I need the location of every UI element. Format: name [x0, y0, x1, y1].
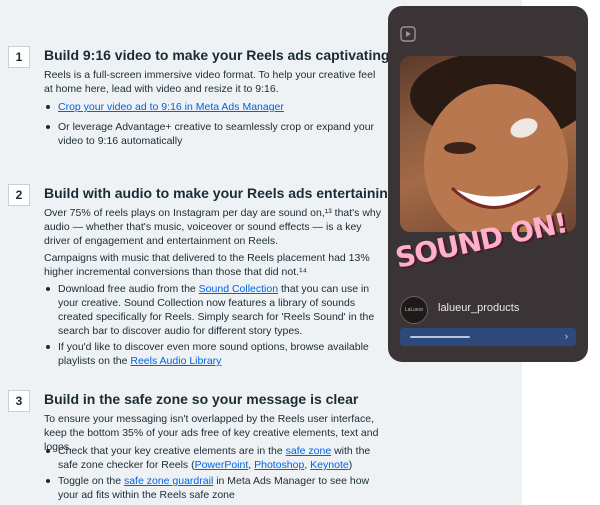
step-1-bullet-1: Crop your video ad to 9:16 in Meta Ads M… [44, 100, 384, 114]
cta-label-placeholder [410, 336, 470, 338]
step-number-1: 1 [8, 46, 30, 68]
step-2-bullet-1: Download free audio from the Sound Colle… [44, 282, 384, 338]
step-3-bullet-2: Toggle on the safe zone guardrail in Met… [44, 474, 384, 502]
powerpoint-link[interactable]: PowerPoint [195, 459, 249, 471]
chevron-right-icon: › [565, 331, 568, 341]
photoshop-link[interactable]: Photoshop [254, 459, 304, 471]
bullet-text: Toggle on the [58, 475, 124, 487]
step-number-2: 2 [8, 184, 30, 206]
keynote-link[interactable]: Keynote [310, 459, 349, 471]
step-2-text-1: Over 75% of reels plays on Instagram per… [44, 207, 382, 247]
sound-collection-link[interactable]: Sound Collection [199, 283, 278, 295]
account-handle[interactable]: lalueur_products [438, 302, 519, 314]
reels-audio-library-link[interactable]: Reels Audio Library [130, 355, 221, 367]
safe-zone-guardrail-link[interactable]: safe zone guardrail [124, 475, 213, 487]
step-1-title: Build 9:16 video to make your Reels ads … [44, 47, 390, 63]
safe-zone-link[interactable]: safe zone [286, 445, 332, 457]
step-1-bullet-2: Or leverage Advantage+ creative to seaml… [44, 120, 384, 148]
bullet-text: Check that your key creative elements ar… [58, 445, 286, 457]
bullet-text: Download free audio from the [58, 283, 199, 295]
step-1-text: Reels is a full-screen immersive video f… [44, 69, 376, 95]
reels-play-icon [400, 26, 416, 42]
bullet-text: ) [348, 459, 353, 471]
step-3-bullet-1: Check that your key creative elements ar… [44, 444, 384, 472]
step-2-title: Build with audio to make your Reels ads … [44, 185, 397, 201]
brand-avatar[interactable]: LaLueur [400, 296, 428, 324]
crop-video-link[interactable]: Crop your video ad to 9:16 in Meta Ads M… [58, 101, 284, 113]
step-2-text-2: Campaigns with music that delivered to t… [44, 252, 370, 278]
model-photo [400, 56, 576, 232]
reels-ad-preview: SOUND ON! LaLueur lalueur_products › [388, 6, 588, 362]
cta-button[interactable]: › [400, 328, 576, 346]
smiling-face-illustration [410, 56, 576, 232]
step-3-title: Build in the safe zone so your message i… [44, 391, 359, 407]
step-number-3: 3 [8, 390, 30, 412]
step-2-bullet-2: If you'd like to discover even more soun… [44, 340, 384, 368]
